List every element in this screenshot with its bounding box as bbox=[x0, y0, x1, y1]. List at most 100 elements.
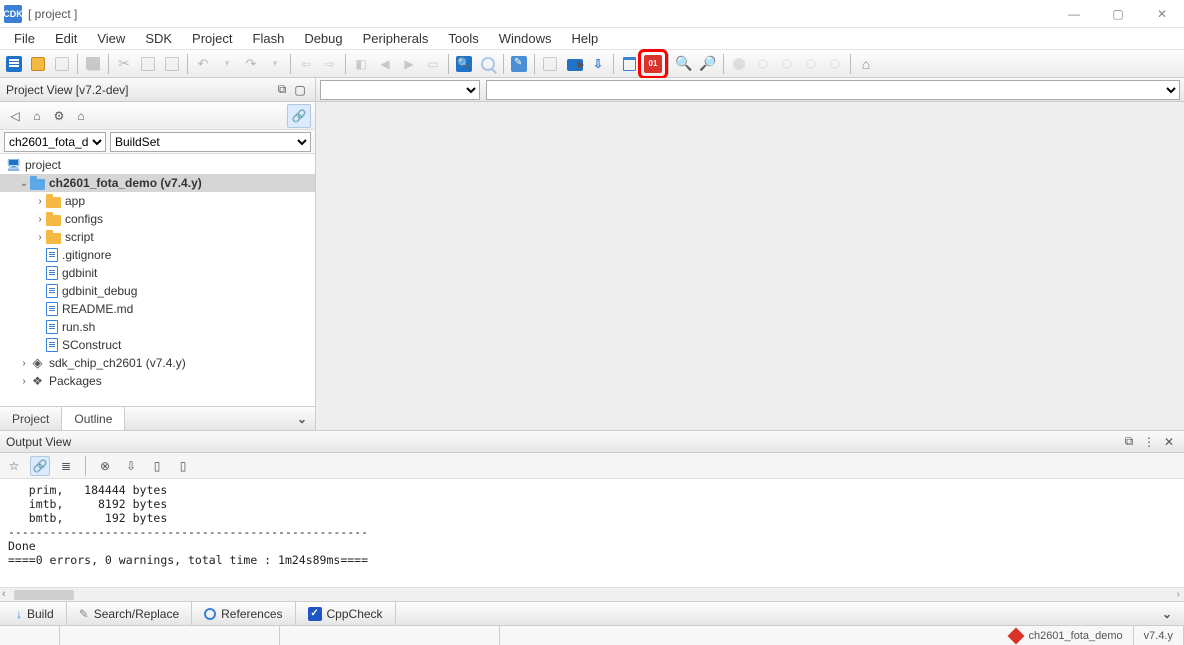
tab-cppcheck[interactable]: ✓CppCheck bbox=[296, 602, 396, 625]
output-close-icon[interactable]: ✕ bbox=[1160, 433, 1178, 451]
tree-folder-app[interactable]: ›app bbox=[0, 192, 315, 210]
collapse-home-icon[interactable]: ⌂ bbox=[70, 105, 92, 127]
menu-tools[interactable]: Tools bbox=[438, 29, 488, 48]
minimize-button[interactable]: — bbox=[1052, 0, 1096, 28]
output-save-icon[interactable]: ⇩ bbox=[121, 456, 141, 476]
tree-packages[interactable]: ›❖Packages bbox=[0, 372, 315, 390]
buildset-select[interactable]: BuildSet bbox=[110, 132, 311, 152]
menu-windows[interactable]: Windows bbox=[489, 29, 562, 48]
menu-sdk[interactable]: SDK bbox=[135, 29, 182, 48]
editor-scope-select[interactable] bbox=[320, 80, 480, 100]
bookmark-next-icon[interactable]: ▶ bbox=[398, 53, 420, 75]
link2-icon[interactable]: ⬡ bbox=[776, 53, 798, 75]
tree-folder-configs[interactable]: ›configs bbox=[0, 210, 315, 228]
tab-search[interactable]: ✎Search/Replace bbox=[67, 602, 192, 625]
zoom-out-icon[interactable]: 🔍 bbox=[673, 53, 695, 75]
menu-edit[interactable]: Edit bbox=[45, 29, 87, 48]
redo-dropdown-icon[interactable]: ▾ bbox=[264, 53, 286, 75]
menu-view[interactable]: View bbox=[87, 29, 135, 48]
tree-file[interactable]: gdbinit_debug bbox=[0, 282, 315, 300]
output-collapse-icon[interactable]: ≣ bbox=[56, 456, 76, 476]
tree-file[interactable]: SConstruct bbox=[0, 336, 315, 354]
tab-build[interactable]: ↓Build bbox=[4, 602, 67, 625]
menu-peripherals[interactable]: Peripherals bbox=[353, 29, 439, 48]
output-panel: Output View ⧉ ⋮ ✕ ☆ 🔗 ≣ ⊗ ⇩ ▯ ▯ prim, 18… bbox=[0, 430, 1184, 601]
tree-sdk[interactable]: ›◈sdk_chip_ch2601 (v7.4.y) bbox=[0, 354, 315, 372]
tab-references[interactable]: References bbox=[192, 602, 295, 625]
bookmark-toggle-icon[interactable]: ◧ bbox=[350, 53, 372, 75]
tree-root[interactable]: 🖥project bbox=[0, 156, 315, 174]
link1-icon[interactable]: ⬡ bbox=[752, 53, 774, 75]
titlebar: CDK [ project ] — ▢ ✕ bbox=[0, 0, 1184, 28]
output-copy-icon[interactable]: ▯ bbox=[147, 456, 167, 476]
separator bbox=[108, 54, 109, 74]
nav-fwd-icon[interactable]: ⇨ bbox=[319, 53, 341, 75]
editor-symbol-select[interactable] bbox=[486, 80, 1180, 100]
link-editor-icon[interactable]: 🔗 bbox=[287, 104, 311, 128]
delete-icon[interactable] bbox=[618, 53, 640, 75]
output-content[interactable]: prim, 184444 bytes imtb, 8192 bytes bmtb… bbox=[0, 479, 1184, 587]
breakpoint-icon[interactable] bbox=[728, 53, 750, 75]
menu-flash[interactable]: Flash bbox=[243, 29, 295, 48]
link3-icon[interactable]: ⬡ bbox=[800, 53, 822, 75]
tree-file[interactable]: gdbinit bbox=[0, 264, 315, 282]
output-popout-icon[interactable]: ⧉ bbox=[1120, 433, 1138, 451]
menu-file[interactable]: File bbox=[4, 29, 45, 48]
tab-dropdown-icon[interactable]: ⌄ bbox=[297, 412, 315, 426]
locate-icon[interactable]: ◁ bbox=[4, 105, 26, 127]
record-icon[interactable] bbox=[563, 53, 585, 75]
build-icon[interactable] bbox=[539, 53, 561, 75]
bookmark-prev-icon[interactable]: ◀ bbox=[374, 53, 396, 75]
zoom-in-icon[interactable]: 🔎 bbox=[697, 53, 719, 75]
menu-help[interactable]: Help bbox=[562, 29, 609, 48]
output-paste-icon[interactable]: ▯ bbox=[173, 456, 193, 476]
separator bbox=[850, 54, 851, 74]
bottom-tab-dropdown-icon[interactable]: ⌄ bbox=[1162, 607, 1180, 621]
hex-view-icon[interactable]: 01 bbox=[642, 53, 664, 75]
project-select[interactable]: ch2601_fota_d bbox=[4, 132, 106, 152]
refresh-tree-icon[interactable]: ⚙ bbox=[48, 105, 70, 127]
tree-folder-script[interactable]: ›script bbox=[0, 228, 315, 246]
paste-icon[interactable] bbox=[161, 53, 183, 75]
output-star-icon[interactable]: ☆ bbox=[4, 456, 24, 476]
undo-icon[interactable]: ↶ bbox=[192, 53, 214, 75]
undo-dropdown-icon[interactable]: ▾ bbox=[216, 53, 238, 75]
close-button[interactable]: ✕ bbox=[1140, 0, 1184, 28]
new-file-icon[interactable] bbox=[3, 53, 25, 75]
output-clear-icon[interactable]: ⊗ bbox=[95, 456, 115, 476]
maximize-button[interactable]: ▢ bbox=[1096, 0, 1140, 28]
output-link-icon[interactable]: 🔗 bbox=[30, 456, 50, 476]
pop-out-icon[interactable]: ⧉ bbox=[273, 81, 291, 99]
tree-file[interactable]: run.sh bbox=[0, 318, 315, 336]
nav-back-icon[interactable]: ⇦ bbox=[295, 53, 317, 75]
save-icon[interactable] bbox=[82, 53, 104, 75]
highlight-icon[interactable]: ✎ bbox=[508, 53, 530, 75]
status-project: ch2601_fota_demo bbox=[1000, 626, 1133, 645]
tree-file[interactable]: README.md bbox=[0, 300, 315, 318]
bookmark-clear-icon[interactable]: ▭ bbox=[422, 53, 444, 75]
project-home-icon[interactable]: ⌂ bbox=[26, 105, 48, 127]
home-icon[interactable]: ⌂ bbox=[855, 53, 877, 75]
tab-outline[interactable]: Outline bbox=[62, 407, 125, 430]
tree-file[interactable]: .gitignore bbox=[0, 246, 315, 264]
close-file-icon[interactable] bbox=[51, 53, 73, 75]
open-file-icon[interactable] bbox=[27, 53, 49, 75]
cut-icon[interactable]: ✂ bbox=[113, 53, 135, 75]
menu-project[interactable]: Project bbox=[182, 29, 242, 48]
minimize-panel-icon[interactable]: ▢ bbox=[291, 81, 309, 99]
diamond-icon bbox=[1008, 627, 1025, 644]
tree-main-project[interactable]: ⌄ch2601_fota_demo (v7.4.y) bbox=[0, 174, 315, 192]
output-scrollbar[interactable]: ‹ › bbox=[0, 587, 1184, 601]
output-scroll-thumb[interactable] bbox=[14, 590, 74, 600]
link4-icon[interactable]: ⬡ bbox=[824, 53, 846, 75]
copy-icon[interactable] bbox=[137, 53, 159, 75]
download-icon[interactable]: ⇩ bbox=[587, 53, 609, 75]
output-menu-icon[interactable]: ⋮ bbox=[1140, 433, 1158, 451]
find-next-icon[interactable] bbox=[477, 53, 499, 75]
tab-project[interactable]: Project bbox=[0, 407, 62, 430]
menu-debug[interactable]: Debug bbox=[294, 29, 352, 48]
project-tree[interactable]: 🖥project ⌄ch2601_fota_demo (v7.4.y) ›app… bbox=[0, 154, 315, 406]
status-seg-3 bbox=[280, 626, 500, 645]
redo-icon[interactable]: ↷ bbox=[240, 53, 262, 75]
find-icon[interactable]: 🔍 bbox=[453, 53, 475, 75]
